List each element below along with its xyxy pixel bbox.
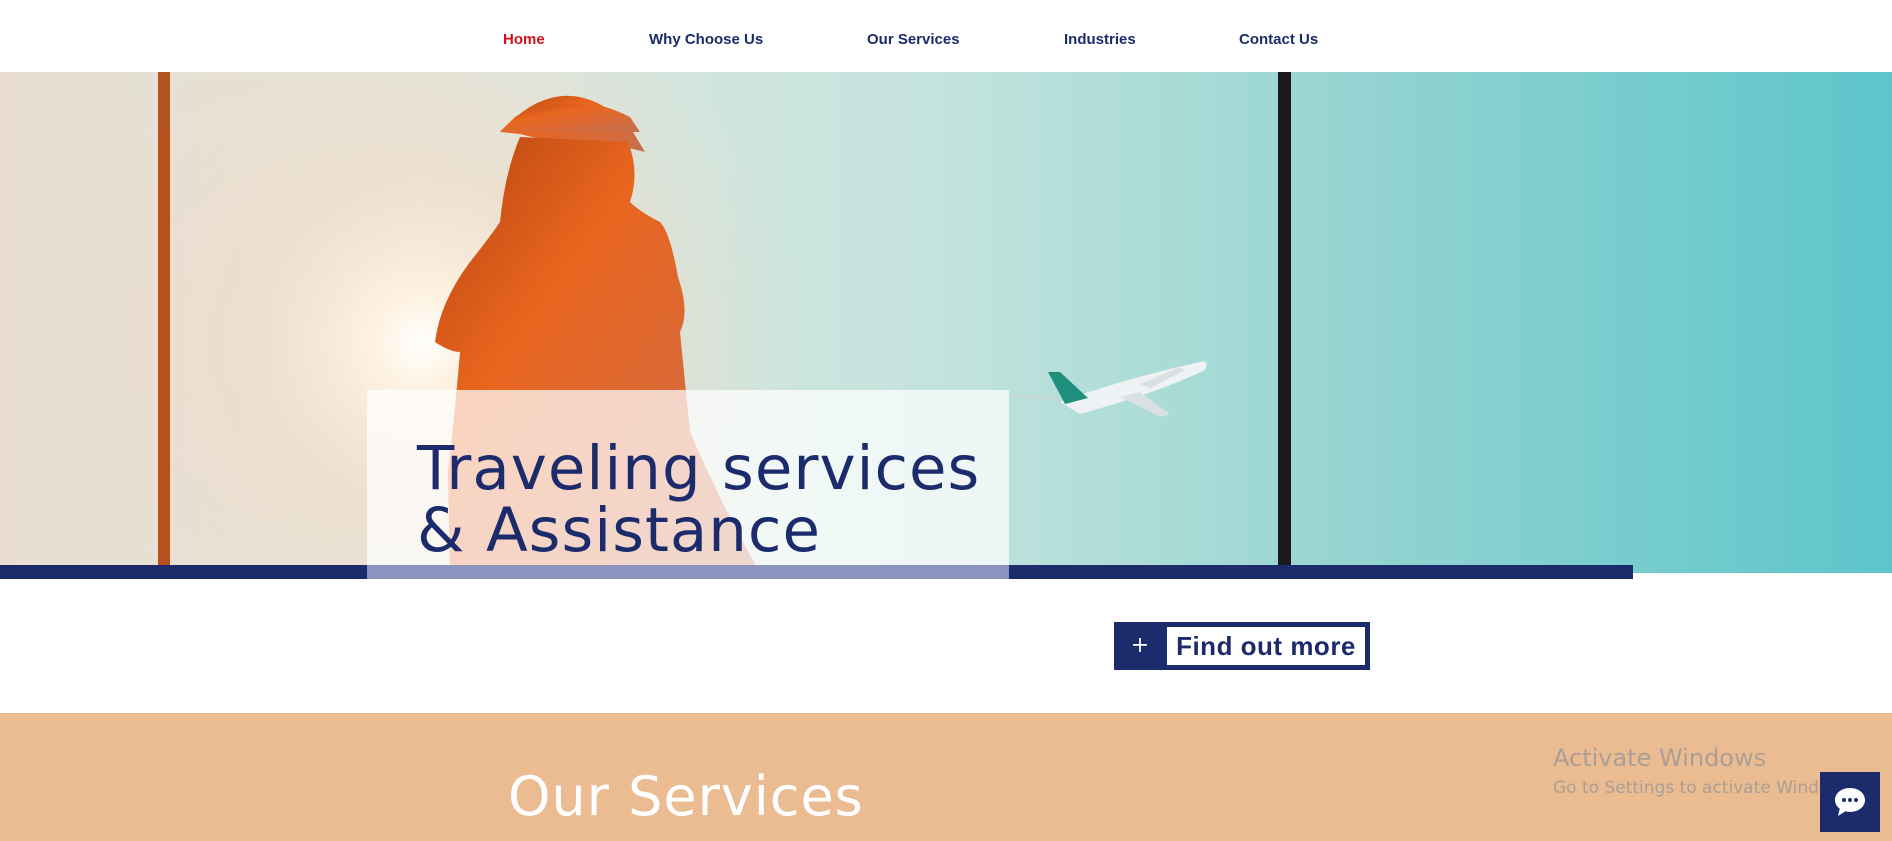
right-pole <box>1278 72 1291 573</box>
nav-our-services[interactable]: Our Services <box>867 31 960 48</box>
chat-button[interactable] <box>1820 772 1880 832</box>
nav-industries[interactable]: Industries <box>1064 31 1136 48</box>
services-title: Our Services <box>508 765 864 828</box>
left-pole <box>158 72 170 573</box>
activate-windows-title: Activate Windows <box>1553 744 1767 772</box>
accent-bar <box>0 565 367 579</box>
nav-home[interactable]: Home <box>503 31 545 48</box>
plus-icon: + <box>1130 633 1150 658</box>
nav-why-choose-us[interactable]: Why Choose Us <box>649 31 763 48</box>
hero-title-line-2: & Assistance <box>417 495 822 566</box>
hero-title: Traveling services & Assistance <box>417 438 1017 562</box>
hero-title-line-1: Traveling services <box>417 433 981 504</box>
chat-bubble-icon <box>1835 788 1865 816</box>
services-section: Our Services <box>0 713 1892 841</box>
top-navigation: Home Why Choose Us Our Services Industri… <box>0 0 1892 72</box>
activate-windows-subtitle: Go to Settings to activate Windows. <box>1553 778 1858 798</box>
nav-contact-us[interactable]: Contact Us <box>1239 31 1318 48</box>
find-out-more-label: Find out more <box>1167 627 1365 665</box>
accent-bar-overlay <box>367 565 1009 579</box>
find-out-more-button[interactable]: + Find out more <box>1114 622 1370 670</box>
accent-bar-right <box>1009 565 1633 579</box>
